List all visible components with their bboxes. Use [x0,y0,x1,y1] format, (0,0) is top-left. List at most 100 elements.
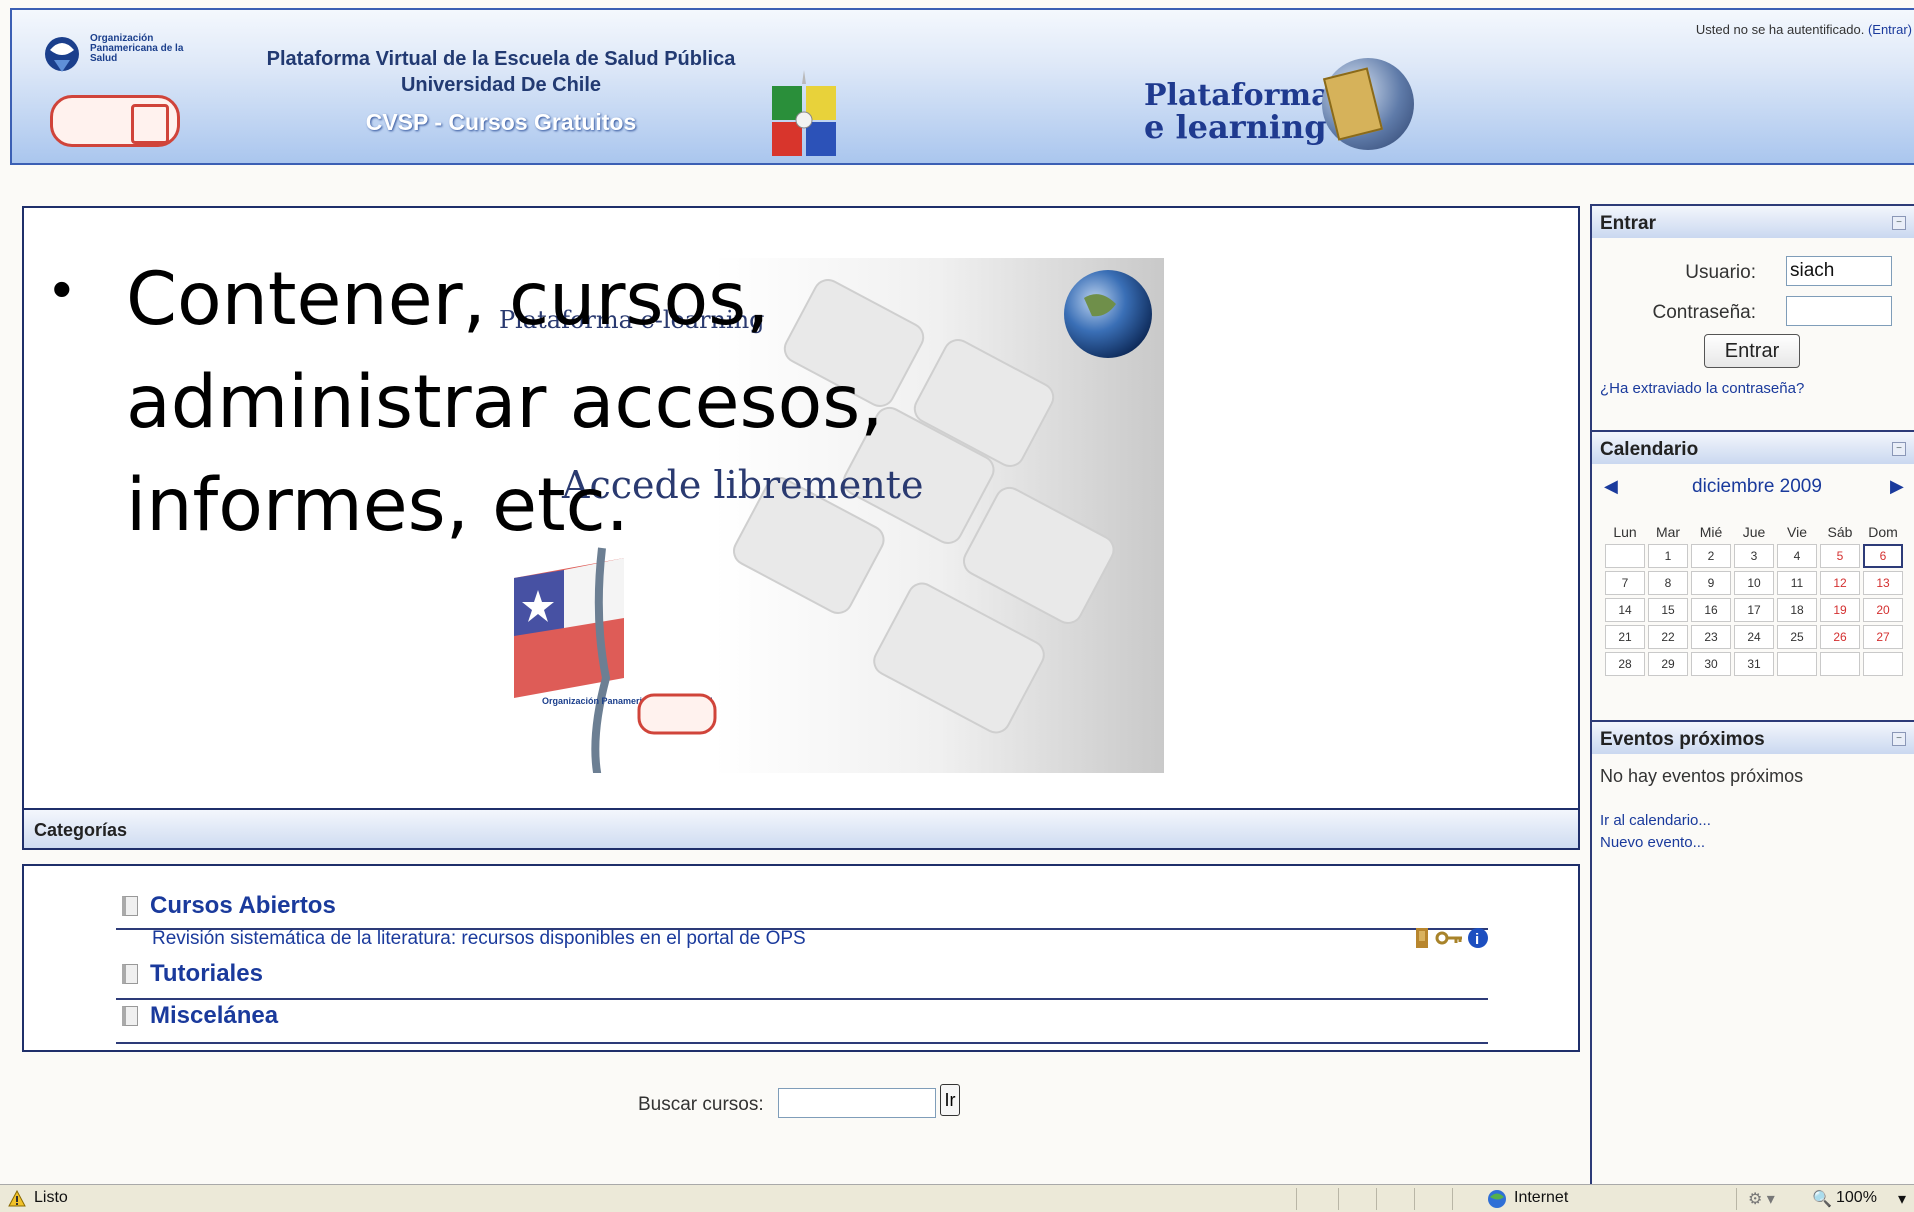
site-header: Organización Panamericana de la Salud Pl… [10,8,1914,165]
calendar-day-header: Jue [1742,524,1766,540]
category-row: Tutoriales [116,958,1488,1000]
status-cell [1414,1188,1450,1210]
events-block-title: Eventos próximos [1600,729,1765,750]
events-block-header: Eventos próximos − [1592,720,1914,754]
ops-globe-icon [45,37,79,72]
folder-icon [122,964,138,984]
calendar-day[interactable]: 14 [1605,598,1645,622]
browser-status-bar: Listo Internet ⚙ ▾ 🔍 100% ▾ [0,1184,1914,1212]
login-button[interactable]: Entrar [1704,334,1800,368]
calendar-day-header: Lun [1613,524,1637,540]
door-icon [1416,928,1428,948]
go-to-calendar-link[interactable]: Ir al calendario... [1600,812,1711,829]
calendar-day[interactable]: 30 [1691,652,1731,676]
calendar-day[interactable]: 2 [1691,544,1731,568]
calendar-day-weekend[interactable]: 27 [1863,625,1903,649]
category-link-cursos-abiertos[interactable]: Cursos Abiertos [150,892,336,920]
calendar-day-weekend[interactable]: 20 [1863,598,1903,622]
calendar-day[interactable]: 7 [1605,571,1645,595]
calendar-day[interactable]: 21 [1605,625,1645,649]
calendar-day-weekend[interactable]: 12 [1820,571,1860,595]
calendar-day-weekend[interactable]: 26 [1820,625,1860,649]
calendar-day-today[interactable]: 6 [1863,544,1903,568]
password-label: Contraseña: [1652,302,1756,323]
calendar-day[interactable]: 4 [1777,544,1817,568]
login-link[interactable]: (Entrar) [1868,22,1912,37]
new-event-link[interactable]: Nuevo evento... [1600,834,1705,851]
lost-password-link[interactable]: ¿Ha extraviado la contraseña? [1600,380,1804,397]
calendar-month-link[interactable]: diciembre 2009 [1632,476,1882,498]
collapse-icon[interactable]: − [1892,732,1906,746]
calendar-day[interactable]: 1 [1648,544,1688,568]
calendar-day[interactable]: 22 [1648,625,1688,649]
calendar-day[interactable]: 16 [1691,598,1731,622]
calendar-day [1820,652,1860,676]
elearning-logo-subtext: e learning [1144,108,1327,146]
calendar-prev-month-icon[interactable]: ◀ [1604,476,1618,497]
calendar-day-header: Vie [1787,524,1807,540]
calendar-day[interactable]: 23 [1691,625,1731,649]
category-link-tutoriales[interactable]: Tutoriales [150,960,263,988]
calendar-day-weekend[interactable]: 5 [1820,544,1860,568]
right-sidebar: Entrar − Usuario: Contraseña: Entrar ¿Ha… [1590,204,1914,1184]
course-link[interactable]: Revisión sistemática de la literatura: r… [152,928,806,950]
calendar-day-weekend[interactable]: 19 [1820,598,1860,622]
no-events-text: No hay eventos próximos [1600,766,1804,786]
calendar-day[interactable]: 10 [1734,571,1774,595]
key-icon [1435,931,1462,945]
status-cell [1452,1188,1488,1210]
elearning-globe-icon [1322,58,1414,150]
category-link-miscelanea[interactable]: Miscelánea [150,1002,278,1030]
calendar-next-month-icon[interactable]: ▶ [1890,476,1904,497]
status-cell [1376,1188,1412,1210]
calendar-day[interactable]: 24 [1734,625,1774,649]
internet-globe-icon [1488,1190,1506,1208]
protected-mode-icon[interactable]: ⚙ ▾ [1748,1189,1775,1209]
category-row: Miscelánea [116,1000,1488,1044]
svg-text:i: i [1475,931,1479,948]
auth-status-text: Usted no se ha autentificado. [1695,22,1865,37]
calendar-day[interactable]: 18 [1777,598,1817,622]
folder-icon [122,896,138,916]
calendar-day[interactable]: 3 [1734,544,1774,568]
username-label: Usuario: [1685,262,1756,283]
calendar-day[interactable]: 29 [1648,652,1688,676]
calendar-day-header: Dom [1868,524,1898,540]
calendar-day [1777,652,1817,676]
login-block-title: Entrar [1600,213,1656,234]
zoom-level[interactable]: 100% [1836,1189,1877,1207]
calendar-day[interactable]: 11 [1777,571,1817,595]
calendar-day[interactable]: 28 [1605,652,1645,676]
calendar-day [1605,544,1645,568]
categories-header: Categorías [22,810,1580,850]
uchile-seal-logo [772,70,836,156]
login-block-header: Entrar − [1592,204,1914,238]
calendar-day-header: Mar [1655,524,1681,540]
category-row: Cursos Abiertos [116,890,1488,930]
calendar-day[interactable]: 9 [1691,571,1731,595]
search-go-button[interactable]: Ir [940,1084,960,1116]
categories-title: Categorías [34,820,128,840]
slide-bullet-text: Contener, cursos, administrar accesos, i… [126,257,884,548]
password-input[interactable] [1786,296,1892,326]
site-subtitle: CVSP - Cursos Gratuitos [365,109,637,135]
calendar-day[interactable]: 8 [1648,571,1688,595]
calendar-day [1863,652,1903,676]
zoom-icon[interactable]: 🔍 [1812,1189,1832,1209]
status-text: Listo [34,1189,68,1206]
collapse-icon[interactable]: − [1892,216,1906,230]
username-input[interactable] [1786,256,1892,286]
platform-title: Plataforma Virtual de la Escuela de Salu… [266,48,736,70]
search-label: Buscar cursos: [638,1094,764,1115]
calendar-day[interactable]: 25 [1777,625,1817,649]
zoom-dropdown-icon[interactable]: ▾ [1898,1189,1906,1209]
course-search-input[interactable] [778,1088,936,1118]
calendar-day-weekend[interactable]: 13 [1863,571,1903,595]
collapse-icon[interactable]: − [1892,442,1906,456]
calendar-day[interactable]: 31 [1734,652,1774,676]
calendar-day[interactable]: 15 [1648,598,1688,622]
calendar-day[interactable]: 17 [1734,598,1774,622]
categories-list: Cursos Abiertos Revisión sistemática de … [22,864,1580,1052]
status-cell [1296,1188,1336,1210]
ops-emblem-logo [50,95,180,147]
